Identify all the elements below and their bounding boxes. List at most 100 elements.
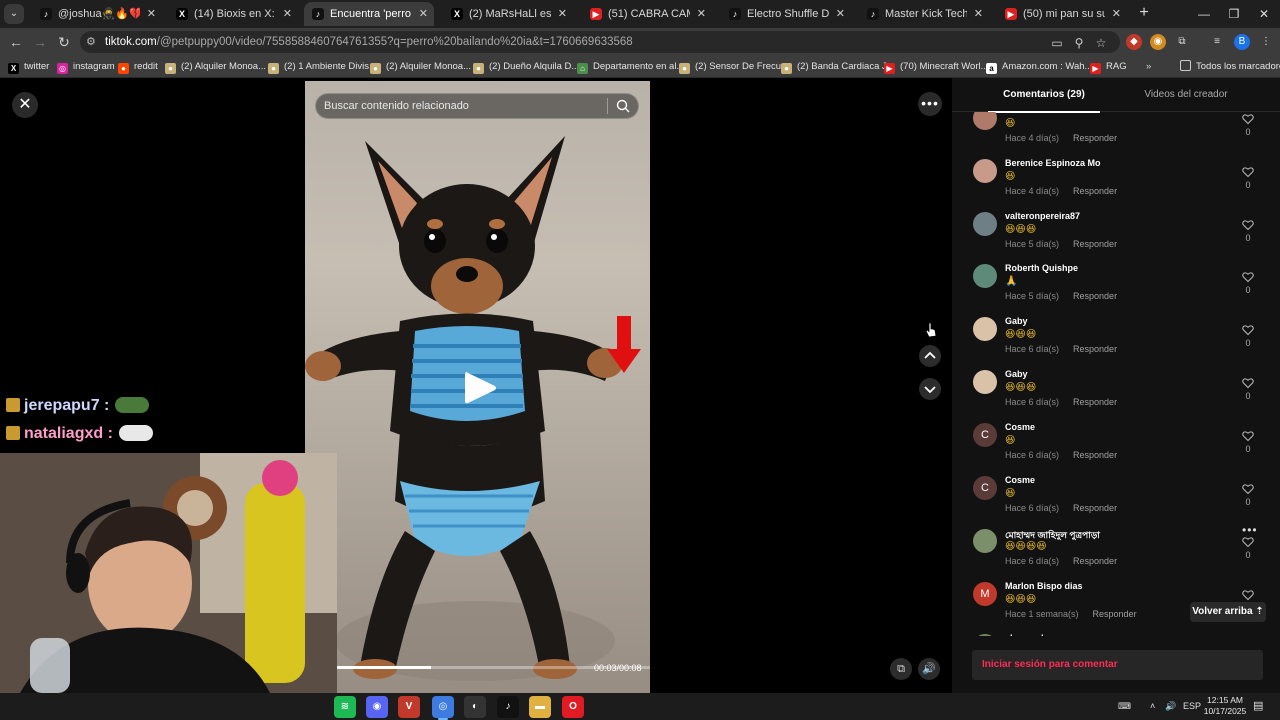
obs-icon[interactable]: ◐ [464,696,486,718]
previous-video-button[interactable] [919,345,941,367]
comment-username[interactable]: Gaby [1005,369,1028,379]
search-icon[interactable] [616,99,630,113]
comment-username[interactable]: alessandra [1005,633,1052,636]
bookmark-item[interactable]: ● (2) Alquiler Monoa... [370,56,471,78]
heart-icon[interactable] [1242,324,1254,336]
browser-menu-icon[interactable]: ⋮ [1258,34,1274,50]
heart-icon[interactable] [1242,430,1254,442]
avatar[interactable] [973,112,997,130]
related-content-search[interactable] [315,93,639,119]
bookmark-item[interactable]: ◎ instagram [57,56,115,78]
avatar[interactable] [973,212,997,236]
bookmark-item[interactable]: ● reddit [118,56,158,78]
heart-icon[interactable] [1242,536,1254,548]
bookmark-star-icon[interactable]: ☆ [1094,36,1108,50]
site-info-icon[interactable]: ⚙ [86,35,100,49]
opera-icon[interactable]: O [562,696,584,718]
extension-icon[interactable]: ◉ [1150,34,1166,50]
bookmark-item[interactable]: ● (2) Sensor De Frecu... [679,56,789,78]
avatar[interactable]: C [973,476,997,500]
reply-button[interactable]: Responder [1073,556,1117,566]
close-tab-icon[interactable]: ✕ [836,2,845,26]
heart-icon[interactable] [1242,219,1254,231]
comment-username[interactable]: Marlon Bispo dias [1005,581,1083,591]
comments-scrollbar[interactable] [1272,112,1276,636]
browser-tab[interactable]: X (14) Bioxis en X: "Scaloni ✕ [168,2,298,26]
heart-icon[interactable] [1242,166,1254,178]
profile-avatar[interactable]: B [1234,34,1250,50]
avatar[interactable] [973,529,997,553]
avatar[interactable]: M [973,582,997,606]
bookmark-item[interactable]: Xtwitter [8,56,49,78]
bookmark-item[interactable]: ● (2) Dueño Alquila D... [473,56,579,78]
system-clock[interactable]: 12:15 AM 10/17/2025 [1200,695,1250,717]
heart-icon[interactable] [1242,377,1254,389]
volume-tray-icon[interactable]: 🔊 [1165,693,1176,720]
language-indicator[interactable]: ESP [1183,693,1201,720]
login-to-comment-button[interactable]: Iniciar sesión para comentar [972,650,1263,680]
keyboard-icon[interactable]: ⌨ [1118,693,1131,720]
tab-comments[interactable]: Comentarios (29) [988,78,1100,113]
reply-button[interactable]: Responder [1073,450,1117,460]
browser-tab[interactable]: ▶ (51) CABRA CAMINA EN 2 ✕ [582,2,712,26]
volume-button[interactable]: 🔊 [918,658,940,680]
spotify-icon[interactable]: ≋ [334,696,356,718]
tab-creator-videos[interactable]: Videos del creador [1132,78,1240,112]
heart-icon[interactable] [1242,113,1254,125]
browser-tab[interactable]: ♪ Master Kick Techniques w ✕ [859,2,989,26]
close-tab-icon[interactable]: ✕ [147,2,156,26]
tiktok-icon[interactable]: ♪ [497,696,519,718]
bookmark-item[interactable]: ● (2) 1 Ambiente Divis... [268,56,377,78]
avatar[interactable] [973,264,997,288]
avatar[interactable] [973,317,997,341]
reply-button[interactable]: Responder [1073,344,1117,354]
reply-button[interactable]: Responder [1093,609,1137,619]
chrome-icon[interactable]: ◎ [432,696,454,720]
comment-username[interactable]: Gaby [1005,316,1028,326]
close-video-button[interactable]: ✕ [12,92,38,118]
reply-button[interactable]: Responder [1073,503,1117,513]
avatar[interactable]: C [973,423,997,447]
close-tab-icon[interactable]: ✕ [1112,2,1121,26]
extension-icon[interactable]: ◆ [1126,34,1142,50]
browser-tab[interactable]: ♪ Encuentra 'perro bailando ✕ [304,2,434,26]
more-bookmarks-chevron-icon[interactable]: » [1146,56,1151,78]
heart-icon[interactable] [1242,589,1254,601]
reply-button[interactable]: Responder [1073,133,1117,143]
close-window-button[interactable]: ✕ [1250,0,1278,28]
heart-icon[interactable] [1242,483,1254,495]
zoom-icon[interactable]: ⚲ [1072,36,1086,50]
bookmark-item[interactable]: a Amazon.com : Wah... [986,56,1092,78]
heart-icon[interactable] [1242,271,1254,283]
more-options-button[interactable]: ••• [918,92,942,116]
all-bookmarks-folder[interactable]: Todos los marcadores [1180,56,1280,78]
reading-list-icon[interactable]: ≡ [1209,34,1225,50]
search-input[interactable] [324,94,604,118]
reply-button[interactable]: Responder [1073,291,1117,301]
play-icon[interactable] [463,370,497,406]
back-to-top-button[interactable]: Volver arriba ⇡ [1190,602,1266,622]
address-bar[interactable]: ⚙ tiktok.com/@petpuppy00/video/755858846… [80,31,1120,53]
comment-more-icon[interactable]: ••• [1242,523,1258,537]
folder-icon[interactable]: ▬ [529,696,551,718]
avatar[interactable] [973,370,997,394]
new-tab-button[interactable]: + [1136,3,1152,23]
avatar[interactable] [973,634,997,636]
browser-tab[interactable]: ♪ @joshua🥷🔥💔 #pa ✕ [32,2,162,26]
comment-username[interactable]: Berenice Espinoza Mo [1005,158,1101,168]
comment-username[interactable]: valteronpereira87 [1005,211,1080,221]
close-tab-icon[interactable]: ✕ [283,2,292,26]
cast-icon[interactable]: ▭ [1050,36,1064,50]
extensions-puzzle-icon[interactable]: ⧉ [1174,34,1190,50]
bookmark-item[interactable]: ▶ (70) Minecraft Worl... [884,56,989,78]
reply-button[interactable]: Responder [1073,239,1117,249]
comment-username[interactable]: Cosme [1005,422,1035,432]
bookmark-item[interactable]: ● (2) Banda Cardiaca J... [781,56,895,78]
bookmark-item[interactable]: ▶ RAG [1090,56,1127,78]
back-button[interactable]: ← [6,32,26,52]
browser-tab[interactable]: ▶ (50) mi pan su su sum (c ✕ [997,2,1127,26]
bookmark-item[interactable]: ⌂ Departamento en al... [577,56,684,78]
floating-player-button[interactable]: ⧉ [890,658,912,680]
close-tab-icon[interactable]: ✕ [974,2,983,26]
comment-username[interactable]: Roberth Quishpe [1005,263,1078,273]
